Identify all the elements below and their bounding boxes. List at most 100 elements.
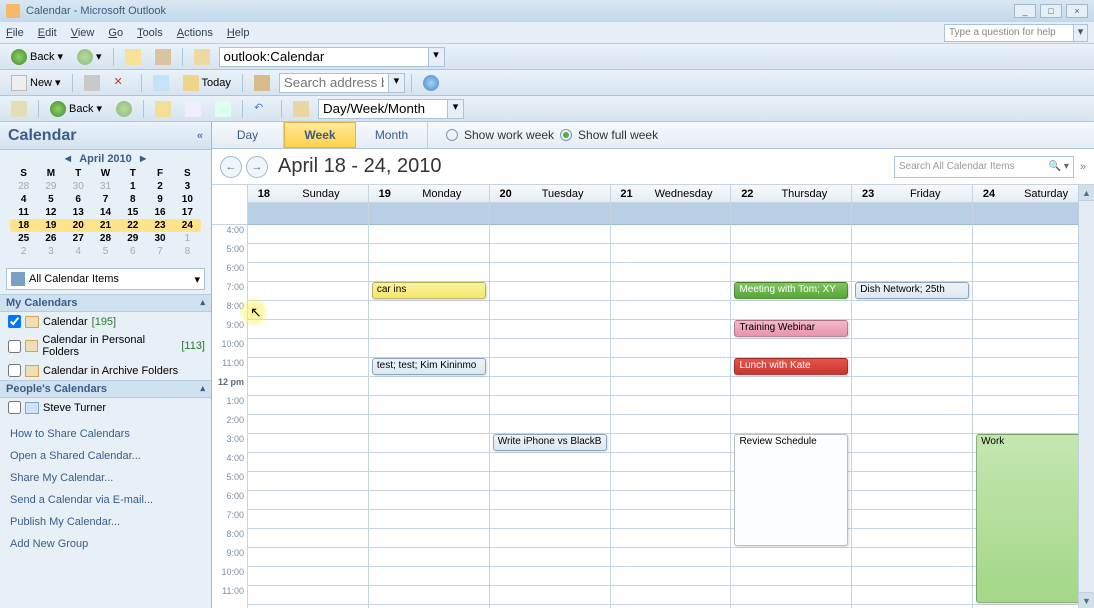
minical-day[interactable]: 22 xyxy=(119,219,146,232)
sidebar-link[interactable]: Publish My Calendar... xyxy=(0,511,211,533)
sidebar-link[interactable]: Add New Group xyxy=(0,533,211,555)
minical-day[interactable]: 9 xyxy=(146,193,173,206)
day-column[interactable]: 18Sunday xyxy=(248,185,369,608)
up-button[interactable] xyxy=(120,47,146,67)
peoples-calendars-section[interactable]: People's Calendars▴ xyxy=(0,380,211,398)
appointment[interactable]: car ins xyxy=(372,282,486,299)
undo-button[interactable]: ↶ xyxy=(249,99,275,119)
minical-day[interactable]: 30 xyxy=(146,232,173,245)
addressbook-button[interactable] xyxy=(249,73,275,93)
minical-day[interactable]: 2 xyxy=(146,180,173,193)
minical-day[interactable]: 7 xyxy=(92,193,119,206)
appointment[interactable]: Training Webinar xyxy=(734,320,848,337)
close-button[interactable]: × xyxy=(1066,4,1088,18)
sidebar-link[interactable]: Send a Calendar via E-mail... xyxy=(0,489,211,511)
prev-month-button[interactable]: ◄ xyxy=(62,153,73,165)
permissions-button[interactable] xyxy=(148,73,174,93)
delete-button[interactable]: ✕ xyxy=(109,73,135,93)
misc-button-1[interactable] xyxy=(150,99,176,119)
minical-day[interactable]: 12 xyxy=(37,206,64,219)
sidebar-link[interactable]: Share My Calendar... xyxy=(0,467,211,489)
minical-day[interactable]: 4 xyxy=(65,245,92,258)
minical-day[interactable]: 6 xyxy=(119,245,146,258)
day-column[interactable]: 22ThursdayMeeting with Tom; XYTraining W… xyxy=(731,185,852,608)
misc-button-3[interactable] xyxy=(210,99,236,119)
calendar-checkbox[interactable] xyxy=(8,340,21,353)
new-button[interactable]: New ▾ xyxy=(6,73,66,93)
address-input[interactable] xyxy=(219,47,429,67)
expand-chevron-icon[interactable]: » xyxy=(1080,161,1086,173)
appointment[interactable]: Review Schedule xyxy=(734,434,848,546)
minical-day[interactable]: 8 xyxy=(119,193,146,206)
minical-day[interactable]: 6 xyxy=(65,193,92,206)
minical-day[interactable]: 29 xyxy=(119,232,146,245)
minical-day[interactable]: 3 xyxy=(174,180,201,193)
menu-tools[interactable]: Tools xyxy=(137,27,163,39)
appointment[interactable]: Work xyxy=(976,434,1090,603)
calendar-list-item[interactable]: Calendar in Personal Folders [113] xyxy=(0,331,211,361)
vertical-scrollbar[interactable]: ▲ ▼ xyxy=(1078,185,1094,608)
day-column[interactable]: 23FridayDish Network; 25th xyxy=(852,185,973,608)
minical-day[interactable]: 4 xyxy=(10,193,37,206)
radio-full-week[interactable] xyxy=(560,129,572,141)
menu-view[interactable]: View xyxy=(71,27,95,39)
sidebar-link[interactable]: Open a Shared Calendar... xyxy=(0,445,211,467)
minical-day[interactable]: 2 xyxy=(10,245,37,258)
allday-row[interactable] xyxy=(369,203,489,225)
allday-row[interactable] xyxy=(490,203,610,225)
day-column[interactable]: 19Mondaycar instest; test; Kim Kininmo xyxy=(369,185,490,608)
next-week-button[interactable]: → xyxy=(246,156,268,178)
prev-week-button[interactable]: ← xyxy=(220,156,242,178)
minical-day[interactable]: 23 xyxy=(146,219,173,232)
allday-row[interactable] xyxy=(611,203,731,225)
home-button[interactable] xyxy=(150,47,176,67)
appointment[interactable]: test; test; Kim Kininmo xyxy=(372,358,486,375)
menu-edit[interactable]: Edit xyxy=(38,27,57,39)
minical-day[interactable]: 1 xyxy=(119,180,146,193)
back-button-3[interactable]: Back ▾ xyxy=(45,99,107,119)
scroll-up-button[interactable]: ▲ xyxy=(1079,185,1094,201)
radio-work-week[interactable] xyxy=(446,129,458,141)
minical-day[interactable]: 28 xyxy=(92,232,119,245)
help-question-input[interactable]: Type a question for help xyxy=(944,24,1074,42)
sidebar-link[interactable]: How to Share Calendars xyxy=(0,423,211,445)
minimize-button[interactable]: _ xyxy=(1014,4,1036,18)
day-column[interactable]: 20TuesdayWrite iPhone vs BlackB xyxy=(490,185,611,608)
minical-day[interactable]: 17 xyxy=(174,206,201,219)
allday-row[interactable] xyxy=(731,203,851,225)
tab-day[interactable]: Day xyxy=(212,122,284,148)
calendar-checkbox[interactable] xyxy=(8,364,21,377)
minical-day[interactable]: 1 xyxy=(174,232,201,245)
minical-day[interactable]: 20 xyxy=(65,219,92,232)
today-button[interactable]: Today xyxy=(178,73,236,93)
minical-day[interactable]: 19 xyxy=(37,219,64,232)
maximize-button[interactable]: □ xyxy=(1040,4,1062,18)
search-addressbook-dropdown[interactable]: ▾ xyxy=(389,73,405,93)
minical-day[interactable]: 15 xyxy=(119,206,146,219)
minical-day[interactable]: 5 xyxy=(92,245,119,258)
calendar-list-item[interactable]: Calendar in Archive Folders xyxy=(0,361,211,380)
minical-day[interactable]: 16 xyxy=(146,206,173,219)
appointment[interactable]: Dish Network; 25th xyxy=(855,282,969,299)
minical-day[interactable]: 31 xyxy=(92,180,119,193)
search-addressbook-input[interactable] xyxy=(279,73,389,93)
minical-day[interactable]: 29 xyxy=(37,180,64,193)
minical-day[interactable]: 26 xyxy=(37,232,64,245)
appointment[interactable]: Write iPhone vs BlackB xyxy=(493,434,607,451)
calendar-checkbox[interactable] xyxy=(8,315,21,328)
misc-button-2[interactable] xyxy=(180,99,206,119)
appointment[interactable]: Lunch with Kate xyxy=(734,358,848,375)
people-checkbox[interactable] xyxy=(8,401,21,414)
print-button[interactable] xyxy=(79,73,105,93)
tab-week[interactable]: Week xyxy=(284,122,356,148)
minical-day[interactable]: 30 xyxy=(65,180,92,193)
help-button[interactable] xyxy=(418,73,444,93)
menu-go[interactable]: Go xyxy=(108,27,123,39)
new-appointment-button[interactable] xyxy=(6,99,32,119)
day-column[interactable]: 24SaturdayWork xyxy=(973,185,1094,608)
viewmode-dropdown[interactable]: ▾ xyxy=(448,99,464,119)
forward-button-3[interactable] xyxy=(111,99,137,119)
mini-calendar[interactable]: ◄ April 2010 ► SMTWTFS282930311234567891… xyxy=(0,150,211,264)
people-calendar-item[interactable]: Steve Turner xyxy=(0,398,211,417)
my-calendars-section[interactable]: My Calendars▴ xyxy=(0,294,211,312)
